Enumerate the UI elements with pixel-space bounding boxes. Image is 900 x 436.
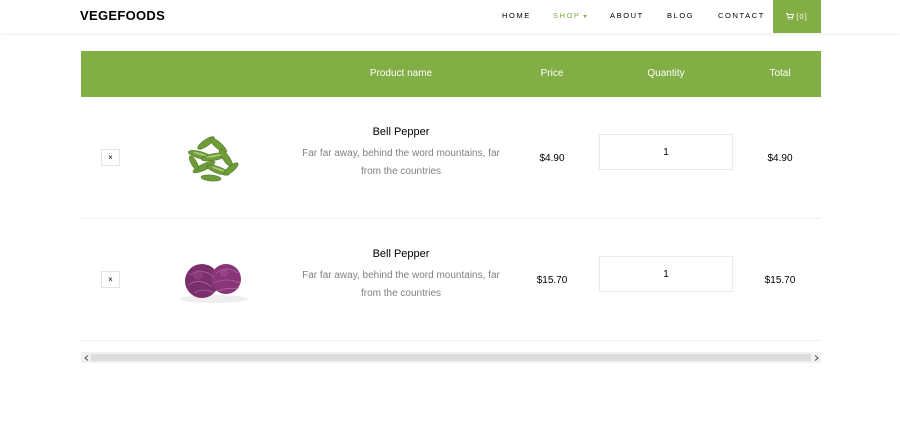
header-price: Price — [540, 68, 564, 79]
product-price: $4.90 — [539, 153, 565, 164]
header-product-name: Product name — [369, 68, 433, 79]
nav-blog[interactable]: BLOG — [667, 11, 694, 20]
product-name[interactable]: Bell Pepper — [373, 126, 430, 138]
header-total: Total — [769, 68, 791, 79]
nav-shop-label: SHOP — [553, 11, 581, 20]
cart-table: Product name Price Quantity Total × Bell… — [81, 51, 821, 341]
table-header: Product name Price Quantity Total — [81, 51, 821, 97]
chevron-down-icon — [582, 14, 587, 18]
nav-contact[interactable]: CONTACT — [718, 11, 765, 20]
product-description: Far far away, behind the word mountains,… — [302, 148, 500, 177]
chevron-left-icon[interactable] — [82, 354, 90, 361]
cart-icon — [786, 13, 795, 20]
navbar: VEGEFOODS HOME SHOP ABOUT BLOG CONTACT [… — [0, 0, 900, 33]
quantity-input[interactable]: 1 — [599, 134, 733, 170]
horizontal-scrollbar[interactable] — [81, 352, 821, 363]
nav-home[interactable]: HOME — [502, 11, 531, 20]
green-peas-image — [188, 136, 239, 182]
row-total: $4.90 — [767, 153, 793, 164]
table-row: × Bell Pepper Far far away, behind the w… — [81, 97, 821, 219]
nav-shop[interactable]: SHOP — [553, 11, 587, 20]
product-name[interactable]: Bell Pepper — [373, 248, 430, 260]
cart-count: [0] — [796, 12, 808, 21]
header-quantity: Quantity — [647, 68, 685, 79]
brand-logo[interactable]: VEGEFOODS — [80, 8, 165, 23]
product-price: $15.70 — [536, 275, 568, 286]
scrollbar-thumb[interactable] — [91, 354, 811, 361]
red-cabbage-image — [180, 264, 248, 303]
cart-button[interactable]: [0] — [773, 0, 821, 33]
table-row: × Bell Pepper Far far away, behind the w… — [81, 219, 821, 341]
product-description: Far far away, behind the word mountains,… — [302, 270, 500, 299]
remove-button[interactable]: × — [101, 271, 120, 288]
quantity-input[interactable]: 1 — [599, 256, 733, 292]
remove-button[interactable]: × — [101, 149, 120, 166]
nav-about[interactable]: ABOUT — [610, 11, 644, 20]
chevron-right-icon[interactable] — [812, 354, 820, 361]
row-total: $15.70 — [764, 275, 796, 286]
